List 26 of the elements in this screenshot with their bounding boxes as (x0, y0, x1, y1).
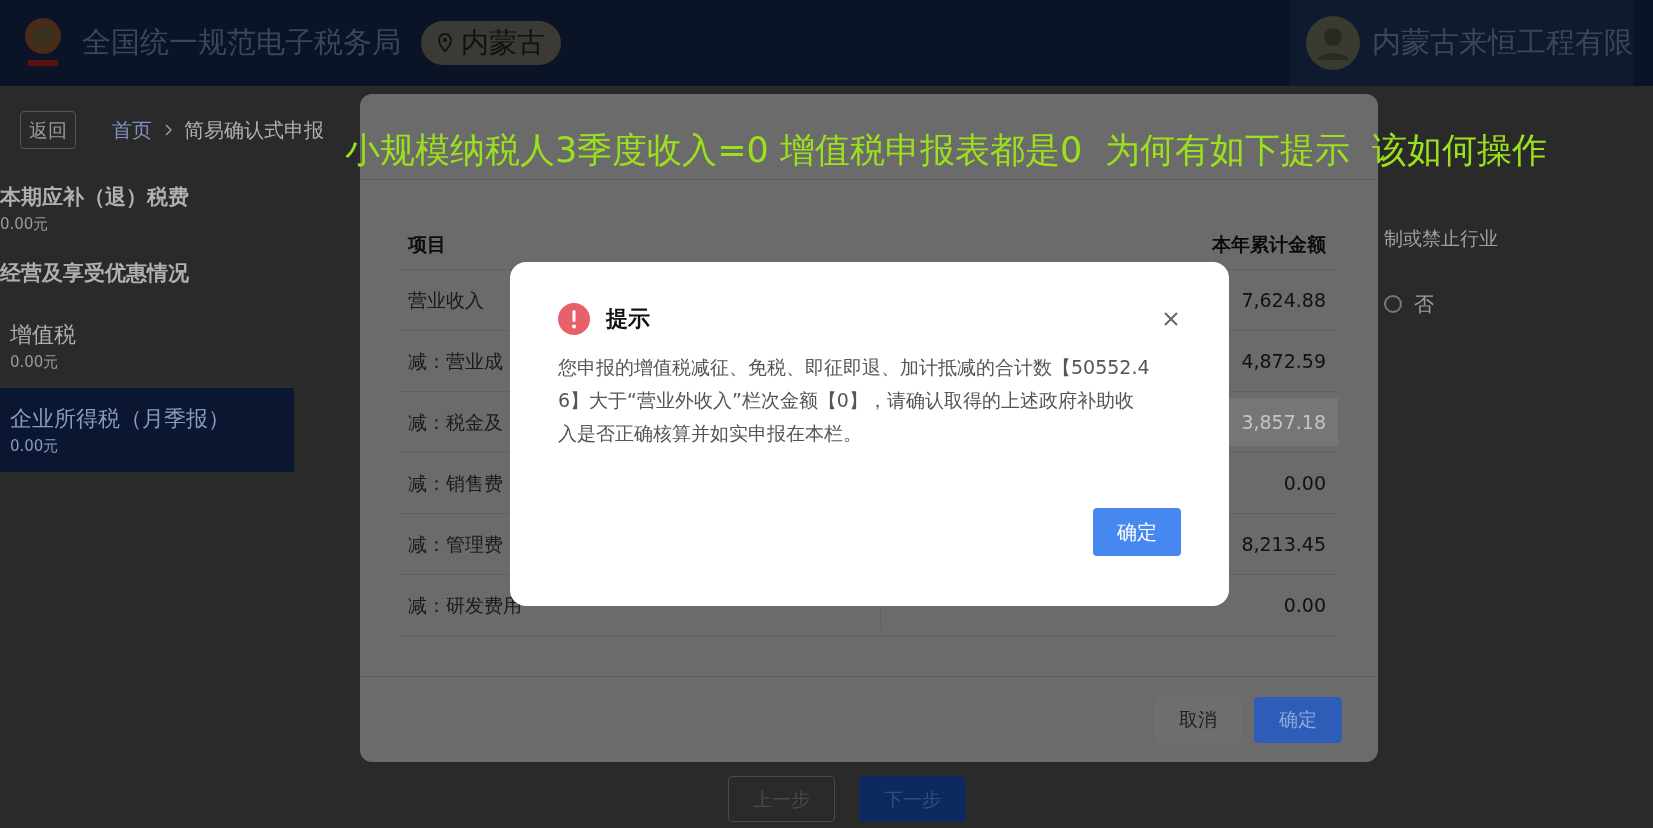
chevron-icon (164, 124, 172, 136)
alert-title: 提示 (606, 305, 650, 333)
column-header: 本年累计金额 (1210, 232, 1327, 258)
table-cell: 营业收入 (408, 288, 484, 311)
avatar-icon (1306, 16, 1360, 70)
section-title: 经营及享受优惠情况 (0, 260, 190, 288)
radio-label: 否 (1414, 290, 1434, 318)
table-cell: 减：销售费 (408, 471, 503, 494)
radio-button[interactable] (1384, 294, 1402, 313)
table-cell: 减：税金及 (408, 410, 503, 433)
close-icon (1164, 311, 1178, 326)
alert-message: 您申报的增值税减征、免税、即征即退、加计抵减的合计数【50552.46】大于“营业外收入”栏次金额【0】，请确认取得的上述政府补助收入是否正确核算并如实申报在本栏。 (558, 355, 1150, 446)
summary-amount: 0.00元 (0, 214, 50, 235)
sidebar-item[interactable]: 企业所得税（月季报） 0.00元 (0, 388, 294, 472)
confirm-button[interactable]: 确定 (1093, 508, 1181, 556)
location-pin-icon (437, 33, 453, 53)
back-button[interactable]: 返回 (20, 110, 76, 150)
warning-icon (558, 302, 590, 335)
table-cell: 减：营业成 (408, 349, 503, 372)
breadcrumb-item[interactable]: 首页 (112, 115, 152, 145)
content-text: 制或禁止行业 (1384, 226, 1499, 251)
table-cell: 减：管理费 (408, 532, 503, 555)
breadcrumb-item[interactable]: 简易确认式申报 (184, 115, 324, 145)
confirm-button[interactable]: 确定 (1254, 696, 1342, 743)
column-header: 项目 (406, 232, 447, 258)
summary-title: 本期应补（退）税费 (0, 183, 190, 211)
